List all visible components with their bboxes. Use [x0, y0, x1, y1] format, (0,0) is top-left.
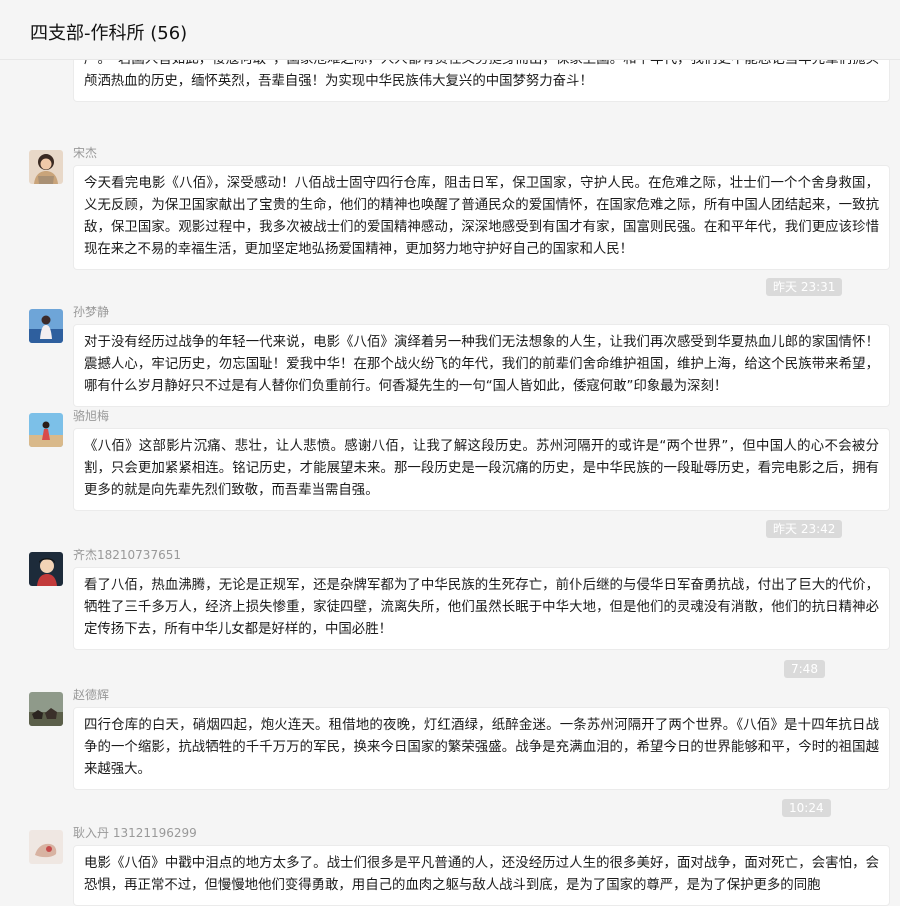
message-bubble[interactable]: 看了八佰，热血沸腾，无论是正规军，还是杂牌军都为了中华民族的生死存亡，前仆后继的… [73, 567, 890, 650]
avatar[interactable] [29, 413, 63, 447]
sender-name: 骆旭梅 [73, 409, 110, 423]
message-bubble[interactable]: 四行仓库的白天，硝烟四起，炮火连天。租借地的夜晚，灯红酒绿，纸醉金迷。一条苏州河… [73, 707, 890, 790]
message-bubble[interactable]: 《八佰》这部影片沉痛、悲壮，让人悲愤。感谢八佰，让我了解这段历史。苏州河隔开的或… [73, 428, 890, 511]
avatar[interactable] [29, 552, 63, 586]
message-bubble[interactable]: 电影《八佰》中戳中泪点的地方太多了。战士们很多是平凡普通的人，还没经历过人生的很… [73, 845, 890, 906]
timestamp-divider: 昨天 23:31 [766, 278, 843, 296]
avatar-photo-icon [29, 692, 63, 726]
sender-name: 耿入丹 13121196299 [73, 826, 197, 840]
avatar[interactable] [29, 692, 63, 726]
message-bubble[interactable]: 对于没有经历过战争的年轻一代来说，电影《八佰》演绎着另一种我们无法想象的人生，让… [73, 324, 890, 407]
chat-header: 四支部-作科所 (56) [0, 0, 900, 60]
sender-name: 孙梦静 [73, 305, 110, 319]
timestamp-divider: 10:24 [782, 799, 831, 817]
timestamp-divider: 昨天 23:42 [766, 520, 843, 538]
sender-name: 齐杰18210737651 [73, 548, 181, 562]
avatar-photo-icon [29, 830, 63, 864]
avatar-photo-icon [29, 552, 63, 586]
avatar-photo-icon [29, 150, 63, 184]
avatar-photo-icon [29, 309, 63, 343]
avatar[interactable] [29, 830, 63, 864]
timestamp-divider: 7:48 [784, 660, 825, 678]
sender-name: 宋杰 [73, 146, 98, 160]
avatar-photo-icon [29, 413, 63, 447]
avatar[interactable] [29, 150, 63, 184]
avatar[interactable] [29, 309, 63, 343]
sender-name: 赵德辉 [73, 688, 110, 702]
chat-title[interactable]: 四支部-作科所 (56) [30, 22, 187, 46]
message-bubble[interactable]: 今天看完电影《八佰》，深受感动！八佰战士固守四行仓库，阻击日军，保卫国家，守护人… [73, 165, 890, 270]
